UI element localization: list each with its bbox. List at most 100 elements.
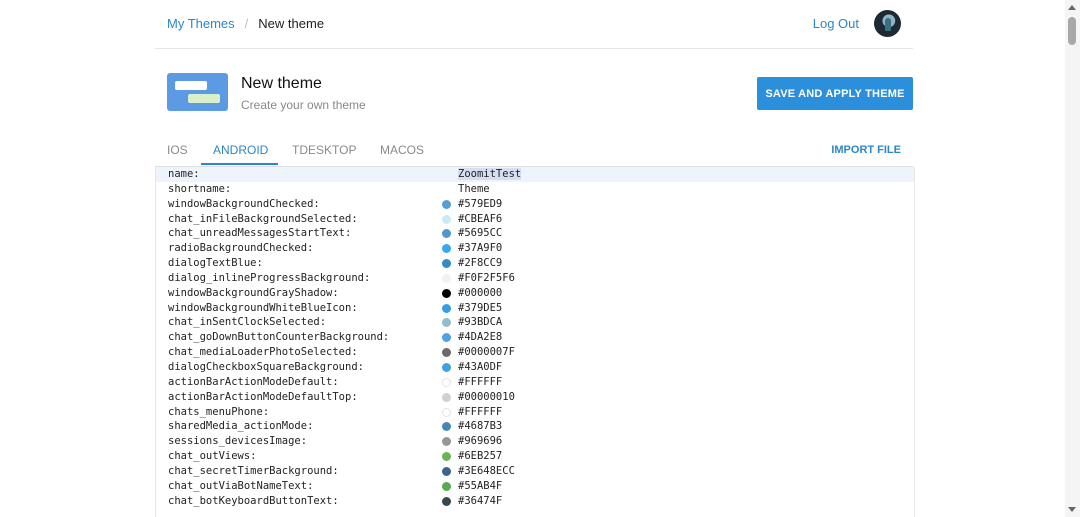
color-swatch-icon[interactable] (442, 318, 451, 328)
theme-row[interactable]: chat_unreadMessagesStartText: #5695CC (156, 226, 914, 241)
breadcrumb-current: New theme (258, 16, 325, 31)
theme-value[interactable]: #F0F2F5F6 (458, 272, 515, 284)
color-swatch-icon[interactable] (442, 452, 451, 462)
theme-key: actionBarActionModeDefault: (168, 375, 339, 388)
color-swatch-icon[interactable] (442, 481, 451, 491)
theme-row[interactable]: radioBackgroundChecked: #37A9F0 (156, 241, 914, 256)
bubble-out (188, 94, 220, 103)
color-swatch-icon[interactable] (442, 288, 451, 298)
theme-row[interactable]: dialog_inlineProgressBackground: #F0F2F5F… (156, 271, 914, 286)
theme-value[interactable]: #FFFFFF (458, 406, 502, 418)
theme-row[interactable]: actionBarActionModeDefault: #FFFFFF (156, 375, 914, 390)
theme-row[interactable]: chat_secretTimerBackground: #3E648ECC (156, 464, 914, 479)
theme-row[interactable]: chat_inFileBackgroundSelected: #CBEAF6 (156, 212, 914, 227)
breadcrumb-separator: / (244, 16, 249, 31)
theme-key: chat_botKeyboardButtonText: (168, 494, 339, 507)
theme-key: sharedMedia_actionMode: (168, 420, 314, 433)
color-swatch-icon[interactable] (442, 273, 451, 283)
tab-macos[interactable]: MACOS (380, 143, 424, 157)
breadcrumb-my-themes[interactable]: My Themes (167, 16, 235, 31)
theme-value[interactable]: #37A9F0 (458, 242, 502, 254)
theme-value[interactable]: ZoomitTest (458, 168, 522, 180)
color-swatch-icon[interactable] (442, 392, 451, 402)
theme-row[interactable]: name: ZoomitTest (156, 167, 914, 182)
scrollbar[interactable] (1065, 0, 1080, 517)
theme-editor-list[interactable]: name: ZoomitTest shortname: Theme windowBack… (155, 167, 915, 517)
theme-row[interactable]: windowBackgroundChecked: #579ED9 (156, 197, 914, 212)
theme-value[interactable]: #43A0DF (458, 361, 502, 373)
theme-row[interactable]: shortname: Theme (156, 182, 914, 197)
scrollbar-thumb[interactable] (1068, 17, 1076, 45)
theme-value[interactable]: #000000 (458, 287, 502, 299)
color-swatch-icon[interactable] (442, 229, 451, 239)
theme-value[interactable]: #00000010 (458, 391, 515, 403)
scroll-up-icon[interactable] (1068, 5, 1076, 10)
theme-value[interactable]: Theme (458, 183, 490, 195)
theme-key: name: (168, 168, 200, 180)
theme-value[interactable]: #36474F (458, 495, 502, 507)
theme-key: windowBackgroundWhiteBlueIcon: (168, 301, 358, 314)
color-swatch-icon[interactable] (442, 407, 451, 417)
theme-key: dialog_inlineProgressBackground: (168, 271, 371, 284)
tab-ios[interactable]: IOS (167, 143, 188, 157)
color-swatch-icon[interactable] (442, 199, 451, 209)
theme-key: chat_inSentClockSelected: (168, 316, 327, 329)
color-swatch-icon[interactable] (442, 214, 451, 224)
theme-value[interactable]: #2F8CC9 (458, 257, 502, 269)
tab-android[interactable]: ANDROID (213, 143, 268, 157)
theme-value[interactable]: #3E648ECC (458, 465, 515, 477)
theme-row[interactable]: dialogCheckboxSquareBackground: #43A0DF (156, 360, 914, 375)
color-swatch-icon[interactable] (442, 259, 451, 269)
color-swatch-icon[interactable] (442, 362, 451, 372)
platform-tabs: IOS ANDROID TDESKTOP MACOS IMPORT FILE (155, 138, 913, 167)
color-swatch-icon[interactable] (442, 377, 451, 387)
theme-row[interactable]: chats_menuPhone: #FFFFFF (156, 405, 914, 420)
theme-key: chat_outViaBotNameText: (168, 479, 314, 492)
scroll-down-icon[interactable] (1068, 507, 1076, 512)
active-tab-indicator (201, 163, 278, 165)
color-swatch-icon[interactable] (442, 348, 451, 358)
theme-row[interactable]: chat_mediaLoaderPhotoSelected: #0000007F (156, 345, 914, 360)
theme-value[interactable]: #379DE5 (458, 302, 502, 314)
theme-row[interactable]: dialogTextBlue: #2F8CC9 (156, 256, 914, 271)
theme-row[interactable]: chat_inSentClockSelected: #93BDCA (156, 315, 914, 330)
logout-link[interactable]: Log Out (813, 16, 859, 31)
theme-key: windowBackgroundChecked: (168, 197, 320, 210)
theme-value[interactable]: #CBEAF6 (458, 213, 502, 225)
theme-key: windowBackgroundGrayShadow: (168, 286, 339, 299)
theme-value[interactable]: #93BDCA (458, 316, 502, 328)
theme-value[interactable]: #4687B3 (458, 420, 502, 432)
theme-row[interactable]: chat_outViews: #6EB257 (156, 449, 914, 464)
color-swatch-icon[interactable] (442, 422, 451, 432)
theme-value[interactable]: #969696 (458, 435, 502, 447)
page-container: My Themes / New theme Log Out New theme Cr… (155, 0, 915, 517)
theme-value[interactable]: #0000007F (458, 346, 515, 358)
theme-row[interactable]: windowBackgroundWhiteBlueIcon: #379DE5 (156, 301, 914, 316)
save-apply-button[interactable]: SAVE AND APPLY THEME (757, 77, 913, 110)
theme-value[interactable]: #5695CC (458, 227, 502, 239)
theme-row[interactable]: sessions_devicesImage: #969696 (156, 434, 914, 449)
color-swatch-icon[interactable] (442, 303, 451, 313)
theme-value[interactable]: #579ED9 (458, 198, 502, 210)
theme-row[interactable]: chat_outViaBotNameText: #55AB4F (156, 479, 914, 494)
color-swatch-icon[interactable] (442, 333, 451, 343)
theme-row[interactable]: sharedMedia_actionMode: #4687B3 (156, 419, 914, 434)
color-swatch-icon[interactable] (442, 496, 451, 506)
color-swatch-icon[interactable] (442, 244, 451, 254)
color-swatch-icon[interactable] (442, 466, 451, 476)
import-file-button[interactable]: IMPORT FILE (831, 144, 901, 156)
tab-tdesktop[interactable]: TDESKTOP (292, 143, 356, 157)
theme-value[interactable]: #6EB257 (458, 450, 502, 462)
page-subtitle: Create your own theme (241, 98, 366, 112)
theme-key: shortname: (168, 182, 232, 195)
breadcrumb: My Themes / New theme (167, 16, 324, 31)
theme-row[interactable]: windowBackgroundGrayShadow: #000000 (156, 286, 914, 301)
theme-value[interactable]: #FFFFFF (458, 376, 502, 388)
theme-value[interactable]: #55AB4F (458, 480, 502, 492)
avatar[interactable] (874, 10, 901, 37)
color-swatch-icon[interactable] (442, 437, 451, 447)
theme-row[interactable]: chat_goDownButtonCounterBackground: #4DA2… (156, 330, 914, 345)
theme-row[interactable]: chat_botKeyboardButtonText: #36474F (156, 494, 914, 509)
theme-row[interactable]: actionBarActionModeDefaultTop: #00000010 (156, 390, 914, 405)
theme-value[interactable]: #4DA2E8 (458, 331, 502, 343)
